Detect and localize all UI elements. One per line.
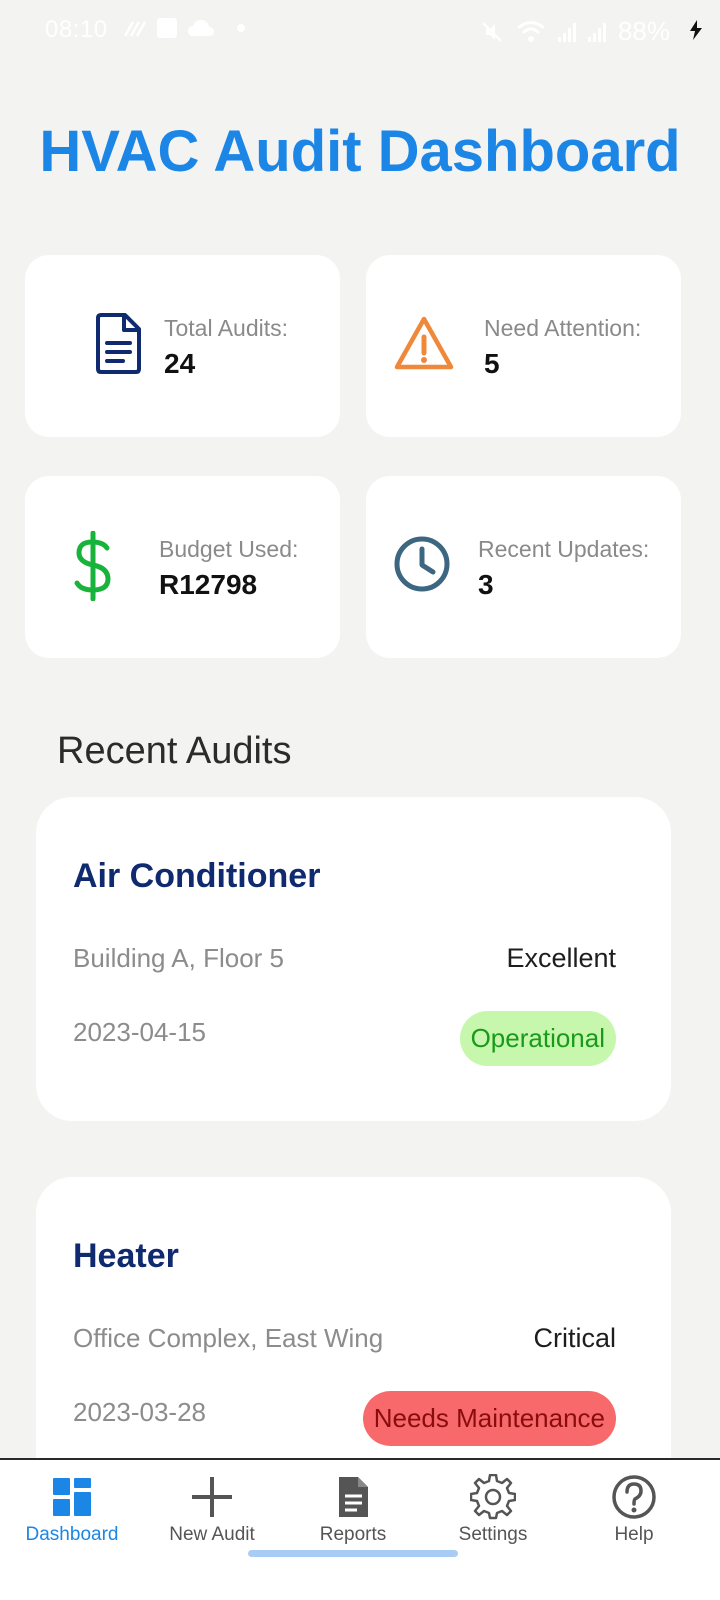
dollar-icon: [74, 531, 111, 601]
section-title-recent-audits: Recent Audits: [57, 730, 292, 772]
nav-label: New Audit: [169, 1524, 255, 1545]
nav-item-settings[interactable]: Settings: [421, 1460, 565, 1560]
nav-label: Help: [614, 1524, 654, 1545]
facebook-icon: [157, 18, 177, 38]
stat-value: 3: [478, 569, 494, 600]
stat-label: Budget Used:: [159, 536, 299, 562]
signal-icon: [123, 21, 147, 37]
status-right: 88%: [480, 16, 670, 47]
stat-value: R12798: [159, 569, 258, 600]
help-icon: [612, 1475, 656, 1519]
stat-card-total-audits[interactable]: Total Audits: 24: [25, 255, 340, 437]
dot-icon: [237, 24, 245, 32]
dashboard-icon: [53, 1478, 91, 1516]
status-bar: 08:10 88%: [0, 0, 720, 64]
stat-label: Need Attention:: [484, 315, 642, 341]
status-left-icons: [123, 18, 245, 38]
status-badge: Needs Maintenance: [362, 1391, 616, 1446]
cell-signal-icon: [587, 22, 606, 42]
battery-level: 88%: [617, 16, 670, 46]
audit-date: 2023-04-15: [73, 1017, 206, 1047]
status-time: 08:10: [45, 16, 108, 43]
bottom-nav: Dashboard New Audit Reports Settings Hel…: [0, 1458, 720, 1600]
audit-location: Building A, Floor 5: [73, 943, 285, 973]
stat-card-need-attention[interactable]: Need Attention: 5: [366, 255, 681, 437]
audit-date: 2023-03-28: [73, 1397, 206, 1427]
nav-item-new-audit[interactable]: New Audit: [140, 1460, 284, 1560]
audit-title: Heater: [73, 1237, 179, 1275]
gear-icon: [470, 1474, 516, 1520]
nav-label: Reports: [319, 1524, 387, 1545]
nav-label: Dashboard: [25, 1524, 119, 1545]
cell-signal-icon: [557, 22, 576, 42]
cloud-icon: [188, 20, 214, 36]
stat-card-recent-updates[interactable]: Recent Updates: 3: [366, 476, 681, 658]
status-badge: Operational: [459, 1011, 616, 1066]
warning-icon: [394, 316, 454, 370]
stat-card-budget-used[interactable]: Budget Used: R12798: [25, 476, 340, 658]
page-title: HVAC Audit Dashboard: [39, 119, 681, 184]
audit-title: Air Conditioner: [73, 857, 321, 895]
audit-condition: Critical: [533, 1323, 616, 1353]
clock-icon: [394, 536, 450, 592]
audit-location: Office Complex, East Wing: [73, 1323, 384, 1353]
audit-card[interactable]: Heater Office Complex, East Wing Critica…: [36, 1177, 671, 1501]
nav-item-dashboard[interactable]: Dashboard: [0, 1460, 144, 1560]
nav-label: Settings: [458, 1524, 528, 1545]
stat-value: 5: [484, 348, 500, 379]
audit-condition: Excellent: [506, 943, 616, 973]
document-icon: [96, 313, 141, 374]
nav-item-help[interactable]: Help: [562, 1460, 706, 1560]
battery-charging-icon: [690, 20, 702, 40]
audit-card[interactable]: Air Conditioner Building A, Floor 5 Exce…: [36, 797, 671, 1121]
stat-value: 24: [164, 348, 196, 379]
wifi-icon: [516, 20, 545, 42]
report-icon: [339, 1477, 368, 1517]
nav-item-reports[interactable]: Reports: [281, 1460, 425, 1560]
stat-label: Recent Updates:: [478, 536, 650, 562]
stat-label: Total Audits:: [164, 315, 289, 341]
mute-icon: [482, 21, 502, 42]
home-indicator[interactable]: [248, 1550, 458, 1557]
plus-icon: [192, 1477, 232, 1517]
